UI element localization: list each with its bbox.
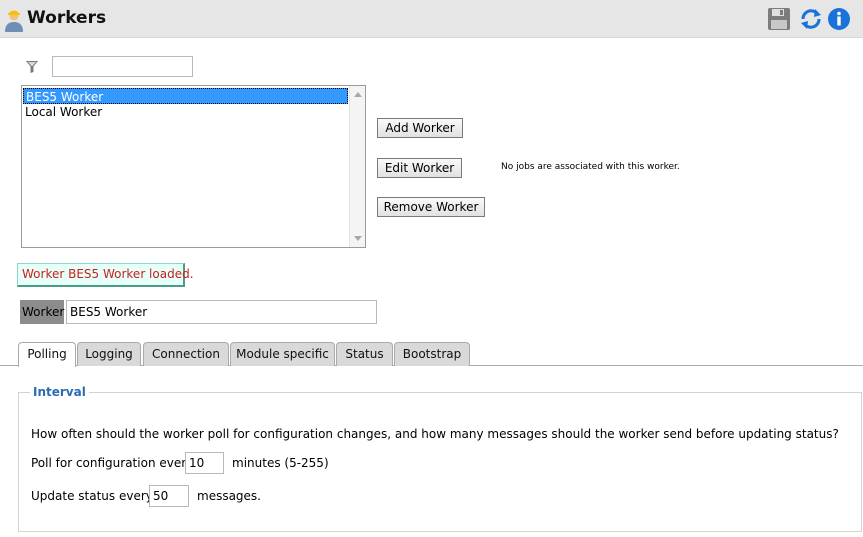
update-label: Update status every xyxy=(31,489,153,503)
tab-module-specific[interactable]: Module specific xyxy=(230,342,335,366)
info-icon xyxy=(828,8,850,30)
poll-unit: minutes (5-255) xyxy=(232,456,329,470)
update-unit: messages. xyxy=(197,489,261,503)
worker-field-label: Worker xyxy=(20,300,64,324)
add-worker-button[interactable]: Add Worker xyxy=(377,118,463,138)
page-title: Workers xyxy=(27,8,107,28)
worker-person-icon xyxy=(5,10,23,32)
jobs-note: No jobs are associated with this worker. xyxy=(501,162,680,172)
worker-listbox[interactable]: BES5 Worker Local Worker xyxy=(21,85,366,248)
filter-input[interactable] xyxy=(52,56,193,77)
save-button[interactable] xyxy=(767,6,791,32)
worker-name-input[interactable] xyxy=(66,300,377,324)
vertical-scrollbar[interactable] xyxy=(349,86,365,247)
tab-bar: Polling Logging Connection Module specif… xyxy=(0,342,863,367)
floppy-disk-icon xyxy=(768,8,790,30)
info-button[interactable] xyxy=(827,6,851,32)
tab-connection[interactable]: Connection xyxy=(143,342,229,366)
tab-logging[interactable]: Logging xyxy=(77,342,141,366)
list-item[interactable]: Local Worker xyxy=(23,104,348,120)
scroll-down-arrow-icon[interactable] xyxy=(354,236,362,241)
refresh-button[interactable] xyxy=(798,6,822,32)
scroll-up-arrow-icon[interactable] xyxy=(354,92,362,97)
header-bar: Workers xyxy=(0,0,863,38)
edit-worker-button[interactable]: Edit Worker xyxy=(377,158,462,178)
status-message: Worker BES5 Worker loaded. xyxy=(17,263,194,287)
update-messages-input[interactable] xyxy=(149,485,189,507)
poll-label: Poll for configuration every xyxy=(31,456,194,470)
filter-funnel-icon[interactable] xyxy=(25,60,39,74)
list-item[interactable]: BES5 Worker xyxy=(23,88,348,104)
tab-bootstrap[interactable]: Bootstrap xyxy=(394,342,470,366)
tab-polling[interactable]: Polling xyxy=(18,342,76,367)
remove-worker-button[interactable]: Remove Worker xyxy=(377,197,485,217)
poll-minutes-input[interactable] xyxy=(185,452,224,474)
interval-legend: Interval xyxy=(30,385,89,399)
interval-question: How often should the worker poll for con… xyxy=(31,427,839,441)
tab-status[interactable]: Status xyxy=(336,342,393,366)
refresh-icon xyxy=(801,9,821,29)
